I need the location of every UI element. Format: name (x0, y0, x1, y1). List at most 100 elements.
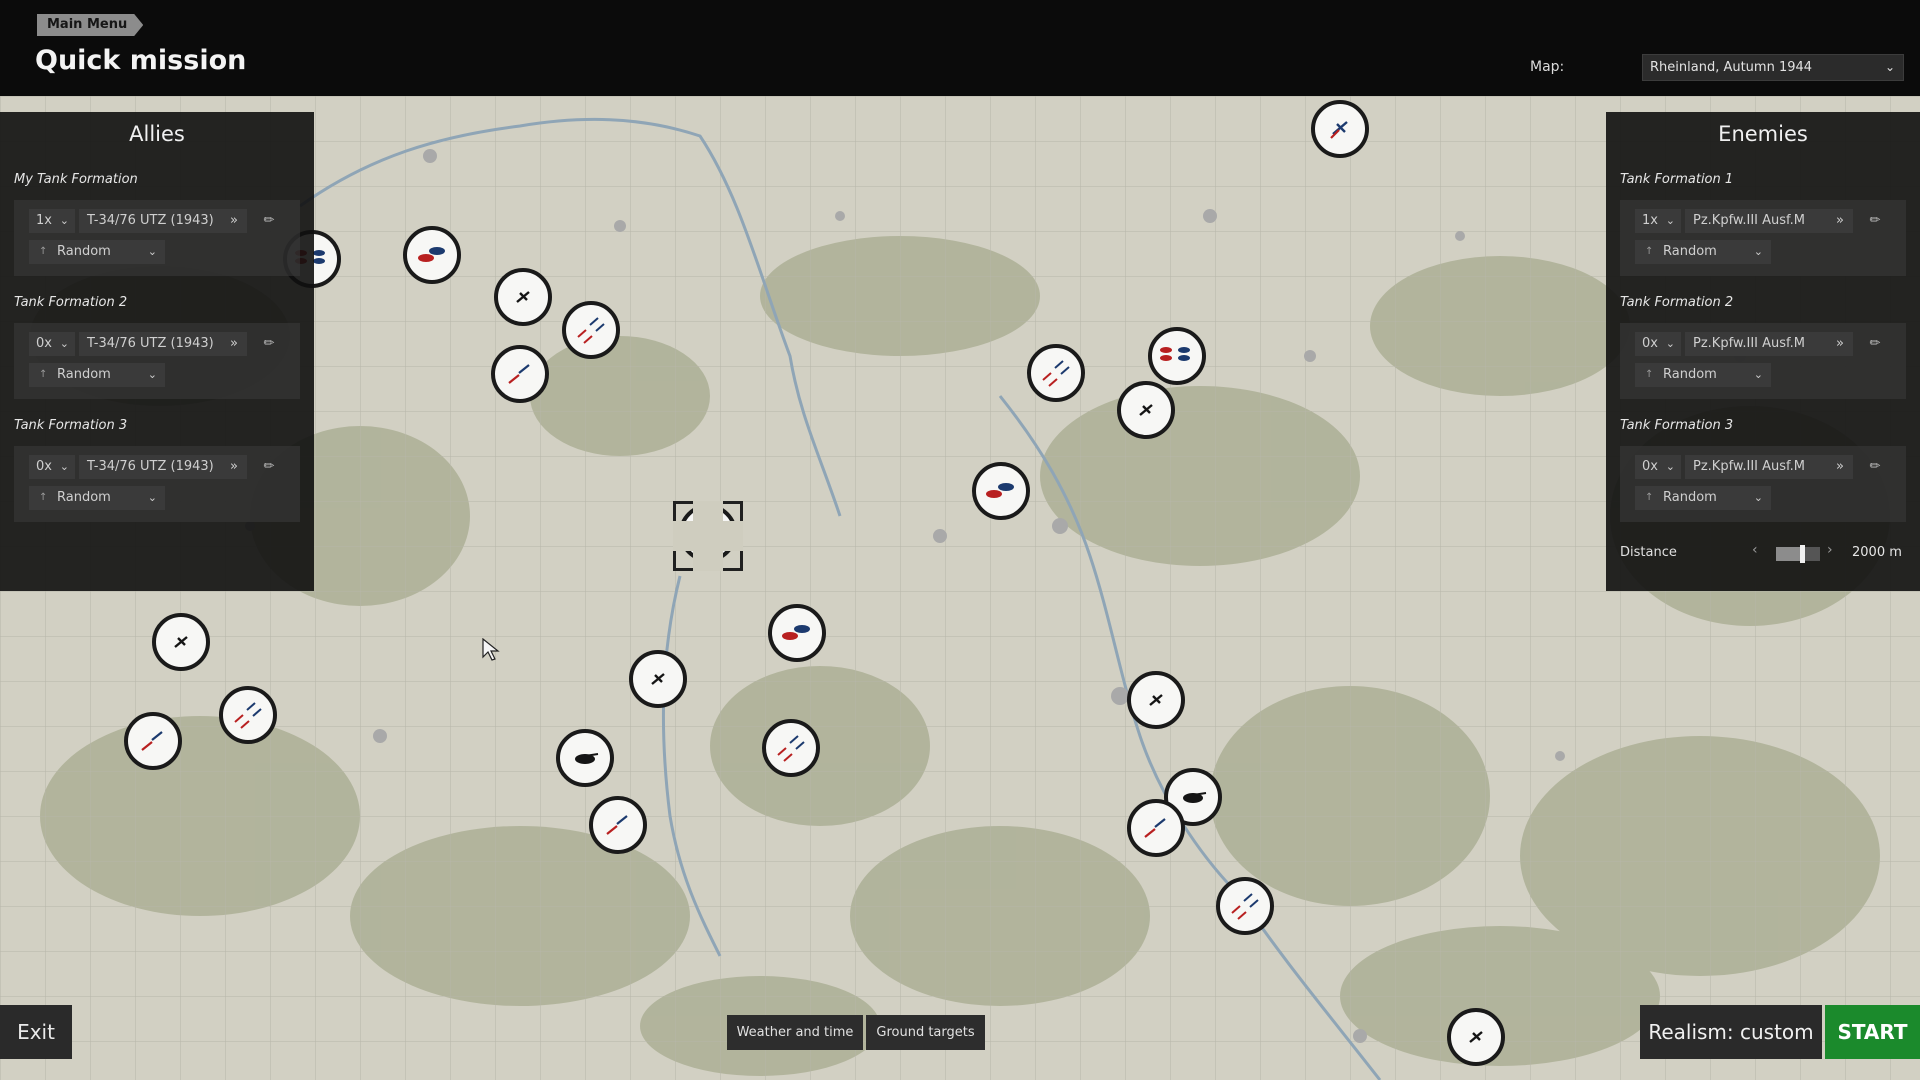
ground-targets-button[interactable]: Ground targets (866, 1015, 985, 1050)
distance-label: Distance (1620, 545, 1677, 560)
vehicle-value: T-34/76 UTZ (1943) (87, 459, 214, 474)
distance-slider-thumb[interactable] (1800, 545, 1806, 563)
wrench-icon[interactable]: ✏ (260, 212, 278, 230)
realism-button[interactable]: Realism: custom (1640, 1005, 1822, 1059)
chevron-down-icon: ⌄ (1884, 60, 1895, 74)
double-chevron-icon: » (230, 336, 238, 351)
formation-label: Tank Formation 2 (1620, 295, 1734, 310)
wrench-icon[interactable]: ✏ (1866, 212, 1884, 230)
position-icon: ↑ (1645, 369, 1654, 380)
position-select[interactable]: ↑ Random ⌄ (29, 363, 165, 387)
vehicle-value: Pz.Kpfw.III Ausf.M (1693, 459, 1806, 474)
chevron-down-icon: ⌄ (1753, 245, 1763, 258)
mission-marker-plane[interactable] (494, 268, 552, 326)
mission-marker-fighter-duel[interactable] (491, 345, 549, 403)
mission-marker-fighters[interactable] (1216, 877, 1274, 935)
position-value: Random (57, 490, 111, 505)
formation-label: Tank Formation 2 (14, 295, 128, 310)
start-button[interactable]: START (1825, 1005, 1920, 1059)
quantity-select[interactable]: 0x ⌄ (29, 455, 75, 479)
enemies-title: Enemies (1718, 122, 1808, 146)
mission-marker-fighters[interactable] (562, 301, 620, 359)
vehicle-value: T-34/76 UTZ (1943) (87, 213, 214, 228)
wrench-icon[interactable]: ✏ (260, 335, 278, 353)
mission-marker-fighter-duel[interactable] (124, 712, 182, 770)
chevron-right-icon[interactable]: › (1827, 542, 1833, 558)
quantity-value: 0x (36, 459, 52, 474)
allies-formation-3: Tank Formation 3 0x ⌄ T-34/76 UTZ (1943) »… (14, 418, 300, 522)
formation-label: My Tank Formation (14, 172, 138, 187)
enemies-panel: Enemies Tank Formation 1 1x ⌄ Pz.Kpfw.III… (1606, 112, 1920, 591)
mission-marker-fighters[interactable] (219, 686, 277, 744)
position-icon: ↑ (1645, 492, 1654, 503)
mission-marker-tank-duel[interactable] (972, 462, 1030, 520)
quantity-value: 1x (36, 213, 52, 228)
quantity-select[interactable]: 0x ⌄ (29, 332, 75, 356)
quantity-select[interactable]: 0x ⌄ (1635, 332, 1681, 356)
vehicle-value: Pz.Kpfw.III Ausf.M (1693, 213, 1806, 228)
map-select[interactable]: Rheinland, Autumn 1944 ⌄ (1642, 54, 1904, 81)
mission-marker-tank-duel[interactable] (768, 604, 826, 662)
wrench-icon[interactable]: ✏ (1866, 335, 1884, 353)
position-select[interactable]: ↑ Random ⌄ (1635, 363, 1771, 387)
position-select[interactable]: ↑ Random ⌄ (1635, 486, 1771, 510)
weather-and-time-button[interactable]: Weather and time (727, 1015, 863, 1050)
vehicle-select[interactable]: T-34/76 UTZ (1943) » (79, 332, 247, 356)
double-chevron-icon: » (1836, 336, 1844, 351)
formation-box: 0x ⌄ T-34/76 UTZ (1943) » ✏ ↑ Random ⌄ (14, 323, 300, 399)
formation-box: 1x ⌄ Pz.Kpfw.III Ausf.M » ✏ ↑ Random ⌄ (1620, 200, 1906, 276)
double-chevron-icon: » (1836, 459, 1844, 474)
mission-marker-plane[interactable] (1447, 1008, 1505, 1066)
mission-marker-plane[interactable] (629, 650, 687, 708)
mission-marker-plane[interactable] (1117, 381, 1175, 439)
quantity-value: 0x (1642, 336, 1658, 351)
distance-slider[interactable] (1776, 545, 1820, 563)
position-value: Random (1663, 367, 1717, 382)
quantity-value: 0x (1642, 459, 1658, 474)
position-select[interactable]: ↑ Random ⌄ (1635, 240, 1771, 264)
allies-title: Allies (129, 122, 185, 146)
formation-label: Tank Formation 3 (1620, 418, 1734, 433)
map-select-value: Rheinland, Autumn 1944 (1650, 60, 1813, 75)
allies-formation-1: My Tank Formation 1x ⌄ T-34/76 UTZ (1943)… (14, 172, 300, 276)
wrench-icon[interactable]: ✏ (1866, 458, 1884, 476)
vehicle-value: Pz.Kpfw.III Ausf.M (1693, 336, 1806, 351)
mission-marker-tank-column[interactable] (1148, 327, 1206, 385)
wrench-icon[interactable]: ✏ (260, 458, 278, 476)
mission-marker-fighters[interactable] (1027, 344, 1085, 402)
chevron-left-icon[interactable]: ‹ (1752, 542, 1758, 558)
mission-marker-tank-single[interactable] (556, 729, 614, 787)
formation-box: 0x ⌄ Pz.Kpfw.III Ausf.M » ✏ ↑ Random ⌄ (1620, 446, 1906, 522)
top-bar: Main Menu Quick mission Map: Rheinland, … (0, 0, 1920, 96)
mission-marker-fighter-duel[interactable] (589, 796, 647, 854)
position-select[interactable]: ↑ Random ⌄ (29, 240, 165, 264)
chevron-down-icon: ⌄ (1753, 491, 1763, 504)
mission-marker-plane[interactable] (152, 613, 210, 671)
quantity-select[interactable]: 0x ⌄ (1635, 455, 1681, 479)
enemies-formation-3: Tank Formation 3 0x ⌄ Pz.Kpfw.III Ausf.M »… (1620, 418, 1906, 522)
breadcrumb-main-menu[interactable]: Main Menu (37, 14, 143, 36)
mission-marker-tank-column-selected[interactable] (679, 504, 737, 562)
quantity-select[interactable]: 1x ⌄ (1635, 209, 1681, 233)
position-value: Random (57, 244, 111, 259)
mission-marker-fighters[interactable] (762, 719, 820, 777)
vehicle-select[interactable]: T-34/76 UTZ (1943) » (79, 455, 247, 479)
mission-marker-plane[interactable] (1311, 100, 1369, 158)
double-chevron-icon: » (230, 213, 238, 228)
vehicle-select[interactable]: Pz.Kpfw.III Ausf.M » (1685, 455, 1853, 479)
exit-button[interactable]: Exit (0, 1005, 72, 1059)
quantity-select[interactable]: 1x ⌄ (29, 209, 75, 233)
position-value: Random (1663, 244, 1717, 259)
vehicle-select[interactable]: T-34/76 UTZ (1943) » (79, 209, 247, 233)
quantity-value: 0x (36, 336, 52, 351)
chevron-down-icon: ⌄ (1753, 368, 1763, 381)
formation-box: 0x ⌄ T-34/76 UTZ (1943) » ✏ ↑ Random ⌄ (14, 446, 300, 522)
mission-marker-fighter-duel[interactable] (1127, 799, 1185, 857)
position-select[interactable]: ↑ Random ⌄ (29, 486, 165, 510)
mission-marker-plane[interactable] (1127, 671, 1185, 729)
vehicle-select[interactable]: Pz.Kpfw.III Ausf.M » (1685, 332, 1853, 356)
mission-marker-tank-duel[interactable] (403, 226, 461, 284)
position-icon: ↑ (39, 246, 48, 257)
vehicle-select[interactable]: Pz.Kpfw.III Ausf.M » (1685, 209, 1853, 233)
allies-formation-2: Tank Formation 2 0x ⌄ T-34/76 UTZ (1943) »… (14, 295, 300, 399)
